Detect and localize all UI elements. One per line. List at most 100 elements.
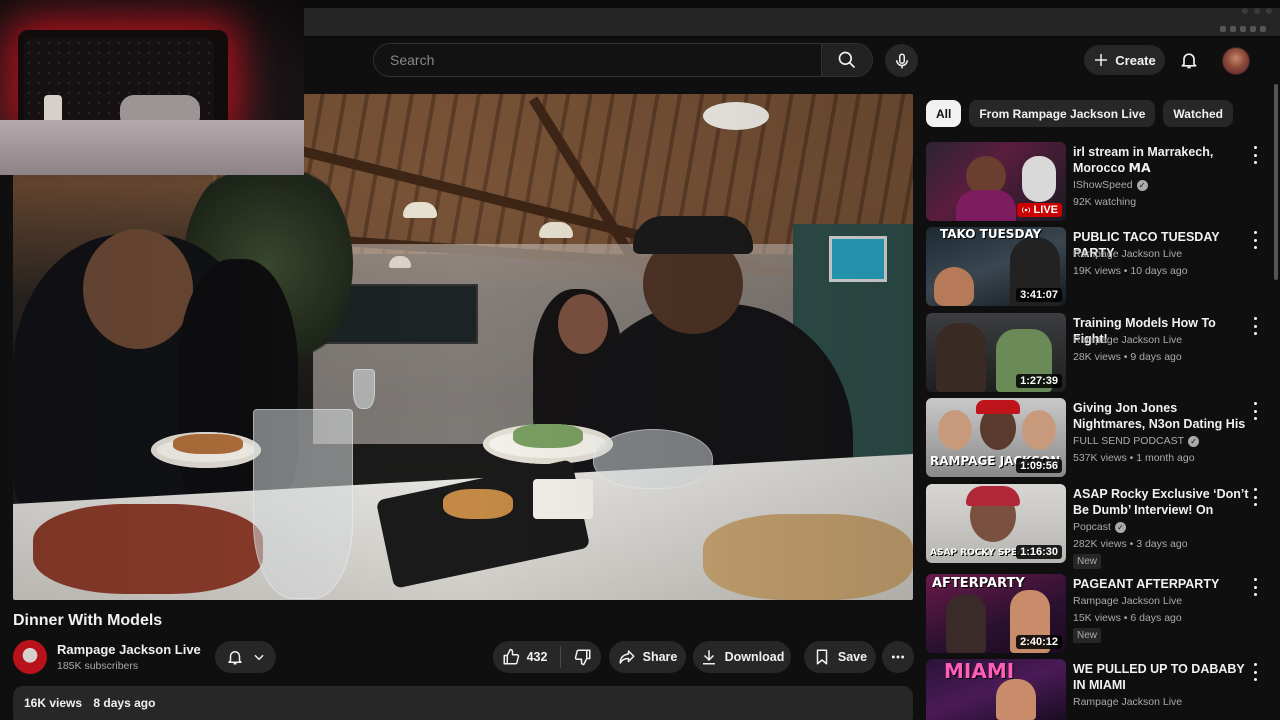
channel-avatar[interactable]: [13, 640, 47, 674]
chevron-down-icon: [253, 654, 264, 661]
like-dislike-group: 432: [493, 641, 601, 673]
share-label: Share: [642, 650, 678, 664]
recommendation-channel[interactable]: Rampage Jackson Live: [1073, 334, 1182, 346]
thumbnail-overlay-text: AFTERPARTY: [932, 576, 1025, 591]
verified-check-icon: ✓: [1114, 521, 1126, 533]
webcam-overlay: [0, 0, 304, 175]
download-label: Download: [724, 650, 785, 664]
voice-search-button[interactable]: [885, 44, 918, 77]
recommendation-title[interactable]: PAGEANT AFTERPARTY: [1073, 576, 1249, 592]
recommendation-title[interactable]: ASAP Rocky Exclusive ‘Don’t Be Dumb’ Int…: [1073, 486, 1249, 519]
subscribed-notifications-button[interactable]: [215, 641, 276, 673]
recommendation-item[interactable]: 1:27:39 Training Models How To Fight! Ra…: [926, 313, 1270, 393]
chip-from-channel[interactable]: From Rampage Jackson Live: [969, 100, 1156, 127]
new-badge: New: [1073, 628, 1102, 643]
recommendation-item[interactable]: AFTERPARTY 2:40:12 PAGEANT AFTERPARTY Ra…: [926, 574, 1270, 654]
bell-icon: [227, 651, 242, 665]
video-duration: 2:40:12: [1016, 635, 1062, 649]
video-title: Dinner With Models: [13, 612, 163, 629]
more-actions-button[interactable]: [882, 641, 914, 673]
like-button[interactable]: 432: [502, 648, 548, 666]
bell-icon: [1181, 53, 1197, 69]
subscriber-count: 185K subscribers: [57, 660, 139, 672]
recommendation-item[interactable]: ASAP ROCKY SPEAKS 1:16:30 ASAP Rocky Exc…: [926, 484, 1270, 569]
chip-all[interactable]: All: [926, 100, 962, 127]
new-badge: New: [1073, 554, 1102, 569]
recommendation-item[interactable]: MIAMI WE PULLED UP TO DABABY IN MIAMI Ra…: [926, 659, 1270, 720]
verified-check-icon: ✓: [1136, 179, 1148, 191]
video-thumbnail[interactable]: TAKO TUESDAY 3:41:07: [926, 227, 1066, 306]
kebab-menu-icon[interactable]: [1250, 231, 1260, 249]
recommendation-channel[interactable]: FULL SEND PODCAST ✓: [1073, 435, 1200, 447]
kebab-menu-icon[interactable]: [1250, 488, 1260, 506]
search-input[interactable]: [390, 52, 821, 68]
download-button[interactable]: Download: [693, 641, 791, 673]
recommendation-meta: 282K views • 3 days ago: [1073, 538, 1188, 550]
kebab-menu-icon[interactable]: [1250, 146, 1260, 164]
bookmark-icon: [816, 649, 828, 665]
save-button[interactable]: Save: [804, 641, 876, 673]
video-thumbnail[interactable]: AFTERPARTY 2:40:12: [926, 574, 1066, 653]
like-divider: [560, 646, 562, 668]
description-box[interactable]: 16K views 8 days ago: [13, 686, 913, 720]
browser-tab-strip: [304, 8, 1280, 36]
window-controls[interactable]: [1242, 8, 1272, 14]
view-count: 16K views: [24, 696, 83, 710]
video-duration: 1:16:30: [1016, 545, 1062, 559]
create-label: Create: [1115, 52, 1156, 68]
save-label: Save: [837, 650, 868, 664]
plus-icon: [1095, 54, 1108, 66]
recommendation-title[interactable]: Giving Jon Jones Nightmares, N3on Dating…: [1073, 400, 1249, 433]
kebab-menu-icon[interactable]: [1250, 317, 1260, 335]
recommendation-channel[interactable]: Popcast ✓: [1073, 521, 1126, 533]
recommendation-meta: 537K views • 1 month ago: [1073, 452, 1195, 464]
recommendation-title[interactable]: irl stream in Marrakech, Morocco 𝗠𝗔: [1073, 144, 1249, 176]
recommendation-channel[interactable]: Rampage Jackson Live: [1073, 595, 1182, 607]
kebab-menu-icon[interactable]: [1250, 663, 1260, 681]
notifications-button[interactable]: [1176, 47, 1202, 73]
search-icon: [838, 51, 856, 69]
video-duration: 1:27:39: [1016, 374, 1062, 388]
search-button[interactable]: [821, 43, 873, 77]
recommendation-meta: 15K views • 6 days ago: [1073, 612, 1182, 624]
recommendation-item[interactable]: LIVE irl stream in Marrakech, Morocco 𝗠𝗔…: [926, 142, 1270, 222]
thumbs-down-icon: [575, 649, 591, 666]
video-duration: 1:09:56: [1016, 459, 1062, 473]
recommendation-item[interactable]: RAMPAGE JACKSON 1:09:56 Giving Jon Jones…: [926, 398, 1270, 478]
live-badge: LIVE: [1016, 203, 1062, 217]
thumbnail-overlay-text: MIAMI: [944, 659, 1015, 683]
page-scrollbar[interactable]: [1274, 84, 1278, 280]
search-box[interactable]: [373, 43, 821, 77]
masthead: Create: [304, 38, 1280, 84]
share-button[interactable]: Share: [609, 641, 686, 673]
channel-name[interactable]: Rampage Jackson Live: [57, 642, 201, 657]
thumbs-up-icon: [503, 648, 519, 665]
chip-watched[interactable]: Watched: [1163, 100, 1233, 127]
browser-extension-icons[interactable]: [1220, 26, 1266, 32]
recommendation-channel[interactable]: Rampage Jackson Live: [1073, 248, 1182, 260]
video-thumbnail[interactable]: ASAP ROCKY SPEAKS 1:16:30: [926, 484, 1066, 563]
live-broadcast-icon: [1021, 207, 1030, 213]
video-duration: 3:41:07: [1016, 288, 1062, 302]
recommendation-channel[interactable]: Rampage Jackson Live: [1073, 696, 1182, 708]
recommendation-meta: 28K views • 9 days ago: [1073, 351, 1182, 363]
video-thumbnail[interactable]: LIVE: [926, 142, 1066, 221]
create-button[interactable]: Create: [1084, 45, 1165, 75]
video-thumbnail[interactable]: MIAMI: [926, 659, 1066, 720]
download-icon: [702, 650, 715, 665]
recommendation-meta: 92K watching: [1073, 196, 1137, 208]
recommendation-title[interactable]: WE PULLED UP TO DABABY IN MIAMI: [1073, 661, 1249, 693]
kebab-menu-icon[interactable]: [1250, 578, 1260, 596]
account-avatar[interactable]: [1222, 47, 1250, 75]
recommendation-meta: 19K views • 10 days ago: [1073, 265, 1188, 277]
recommendation-channel[interactable]: IShowSpeed ✓: [1073, 179, 1148, 191]
verified-check-icon: ✓: [1188, 435, 1200, 447]
dislike-button[interactable]: [574, 648, 592, 666]
recommendation-item[interactable]: TAKO TUESDAY 3:41:07 PUBLIC TACO TUESDAY…: [926, 227, 1270, 307]
video-thumbnail[interactable]: 1:27:39: [926, 313, 1066, 392]
microphone-icon: [895, 53, 908, 68]
like-count: 432: [526, 650, 548, 664]
thumbnail-overlay-text: TAKO TUESDAY: [940, 227, 1042, 241]
kebab-menu-icon[interactable]: [1250, 402, 1260, 420]
video-thumbnail[interactable]: RAMPAGE JACKSON 1:09:56: [926, 398, 1066, 477]
